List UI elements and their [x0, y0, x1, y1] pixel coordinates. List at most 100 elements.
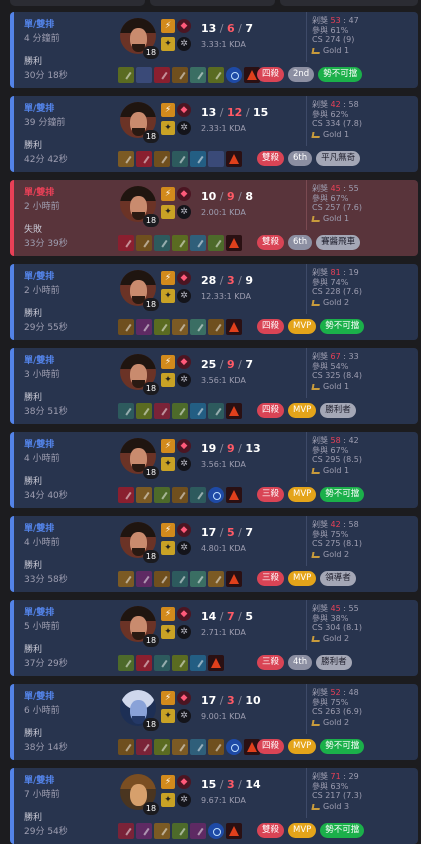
sword-item-icon[interactable]: [172, 151, 188, 167]
secondary-rune-icon[interactable]: ✲: [177, 289, 191, 303]
ward-item-icon[interactable]: [226, 487, 242, 503]
ward-item-icon[interactable]: [226, 739, 242, 755]
boots-item-icon[interactable]: [190, 151, 206, 167]
primary-rune-icon[interactable]: ◆: [177, 607, 191, 621]
sword-item-icon[interactable]: [118, 319, 134, 335]
potion-item-icon[interactable]: [154, 403, 170, 419]
ward-item-icon[interactable]: [226, 235, 242, 251]
ward-item-icon[interactable]: [208, 655, 224, 671]
potion-item-icon[interactable]: [136, 823, 152, 839]
sword-item-icon[interactable]: [208, 739, 224, 755]
ward-item-icon[interactable]: [226, 823, 242, 839]
ward-item-icon[interactable]: [226, 67, 242, 83]
sword-item-icon[interactable]: [172, 235, 188, 251]
boots-item-icon[interactable]: [190, 67, 206, 83]
summoner-spell-icon[interactable]: ✦: [161, 205, 175, 219]
sword-item-icon[interactable]: [118, 655, 134, 671]
sword-item-icon[interactable]: [208, 403, 224, 419]
sword-item-icon[interactable]: [190, 487, 206, 503]
ward-item-icon[interactable]: [226, 571, 242, 587]
summoner-spell-icon[interactable]: ✦: [161, 793, 175, 807]
sword-item-icon[interactable]: [154, 739, 170, 755]
potion-item-icon[interactable]: [136, 151, 152, 167]
ward-item-icon[interactable]: [226, 151, 242, 167]
ward-item-icon[interactable]: [208, 487, 224, 503]
sword-item-icon[interactable]: [154, 571, 170, 587]
boots-item-icon[interactable]: [190, 235, 206, 251]
summoner-spell-icon[interactable]: ⚡: [161, 439, 175, 453]
match-row[interactable]: 單/雙排 4 小時前 勝利 34分 40秒 18 ⚡ ✦ ◆ ✲ 19 / 9 …: [10, 432, 418, 508]
sword-item-icon[interactable]: [136, 487, 152, 503]
boots-item-icon[interactable]: [190, 739, 206, 755]
primary-rune-icon[interactable]: ◆: [177, 355, 191, 369]
potion-item-icon[interactable]: [136, 655, 152, 671]
sword-item-icon[interactable]: [172, 403, 188, 419]
secondary-rune-icon[interactable]: ✲: [177, 121, 191, 135]
match-row[interactable]: 單/雙排 2 小時前 失敗 33分 39秒 18 ⚡ ✦ ◆ ✲ 10 / 9 …: [10, 180, 418, 256]
sword-item-icon[interactable]: [172, 67, 188, 83]
summoner-spell-icon[interactable]: ⚡: [161, 691, 175, 705]
boots-item-icon[interactable]: [190, 571, 206, 587]
potion-item-icon[interactable]: [118, 823, 134, 839]
secondary-rune-icon[interactable]: ✲: [177, 373, 191, 387]
secondary-rune-icon[interactable]: ✲: [177, 205, 191, 219]
sword-item-icon[interactable]: [154, 823, 170, 839]
sword-item-icon[interactable]: [172, 739, 188, 755]
potion-item-icon[interactable]: [136, 739, 152, 755]
sword-item-icon[interactable]: [118, 403, 134, 419]
primary-rune-icon[interactable]: ◆: [177, 19, 191, 33]
secondary-rune-icon[interactable]: ✲: [177, 625, 191, 639]
potion-item-icon[interactable]: [118, 235, 134, 251]
summoner-spell-icon[interactable]: ⚡: [161, 19, 175, 33]
sword-item-icon[interactable]: [118, 739, 134, 755]
summoner-spell-icon[interactable]: ⚡: [161, 103, 175, 117]
primary-rune-icon[interactable]: ◆: [177, 103, 191, 117]
match-row[interactable]: 單/雙排 39 分鐘前 勝利 42分 42秒 18 ⚡ ✦ ◆ ✲ 13 / 1…: [10, 96, 418, 172]
secondary-rune-icon[interactable]: ✲: [177, 709, 191, 723]
summoner-spell-icon[interactable]: ⚡: [161, 271, 175, 285]
secondary-rune-icon[interactable]: ✲: [177, 457, 191, 471]
sword-item-icon[interactable]: [172, 655, 188, 671]
summoner-spell-icon[interactable]: ⚡: [161, 607, 175, 621]
sword-item-icon[interactable]: [154, 319, 170, 335]
sword-item-icon[interactable]: [172, 487, 188, 503]
sword-item-icon[interactable]: [118, 67, 134, 83]
empty-slot-icon[interactable]: [136, 67, 152, 83]
sword-item-icon[interactable]: [154, 655, 170, 671]
sword-item-icon[interactable]: [172, 571, 188, 587]
summoner-spell-icon[interactable]: ✦: [161, 457, 175, 471]
empty-slot-icon[interactable]: [208, 151, 224, 167]
match-row[interactable]: 單/雙排 4 小時前 勝利 33分 58秒 18 ⚡ ✦ ◆ ✲ 17 / 5 …: [10, 516, 418, 592]
potion-item-icon[interactable]: [154, 67, 170, 83]
primary-rune-icon[interactable]: ◆: [177, 775, 191, 789]
summoner-spell-icon[interactable]: ⚡: [161, 355, 175, 369]
match-row[interactable]: 單/雙排 6 小時前 勝利 38分 14秒 18 ⚡ ✦ ◆ ✲ 17 / 3 …: [10, 684, 418, 760]
potion-item-icon[interactable]: [136, 571, 152, 587]
ward-item-icon[interactable]: [226, 319, 242, 335]
sword-item-icon[interactable]: [208, 571, 224, 587]
primary-rune-icon[interactable]: ◆: [177, 691, 191, 705]
boots-item-icon[interactable]: [190, 655, 206, 671]
potion-item-icon[interactable]: [136, 319, 152, 335]
summoner-spell-icon[interactable]: ✦: [161, 289, 175, 303]
summoner-spell-icon[interactable]: ⚡: [161, 775, 175, 789]
potion-item-icon[interactable]: [190, 823, 206, 839]
match-row[interactable]: 單/雙排 7 小時前 勝利 29分 54秒 18 ⚡ ✦ ◆ ✲ 15 / 3 …: [10, 768, 418, 844]
sword-item-icon[interactable]: [172, 319, 188, 335]
primary-rune-icon[interactable]: ◆: [177, 187, 191, 201]
secondary-rune-icon[interactable]: ✲: [177, 793, 191, 807]
primary-rune-icon[interactable]: ◆: [177, 523, 191, 537]
summoner-spell-icon[interactable]: ✦: [161, 373, 175, 387]
sword-item-icon[interactable]: [208, 67, 224, 83]
sword-item-icon[interactable]: [154, 151, 170, 167]
primary-rune-icon[interactable]: ◆: [177, 439, 191, 453]
sword-item-icon[interactable]: [154, 487, 170, 503]
summoner-spell-icon[interactable]: ✦: [161, 121, 175, 135]
summoner-spell-icon[interactable]: ✦: [161, 541, 175, 555]
sword-item-icon[interactable]: [154, 235, 170, 251]
boots-item-icon[interactable]: [190, 403, 206, 419]
sword-item-icon[interactable]: [136, 235, 152, 251]
sword-item-icon[interactable]: [136, 403, 152, 419]
match-row[interactable]: 單/雙排 3 小時前 勝利 38分 51秒 18 ⚡ ✦ ◆ ✲ 25 / 9 …: [10, 348, 418, 424]
sword-item-icon[interactable]: [172, 823, 188, 839]
